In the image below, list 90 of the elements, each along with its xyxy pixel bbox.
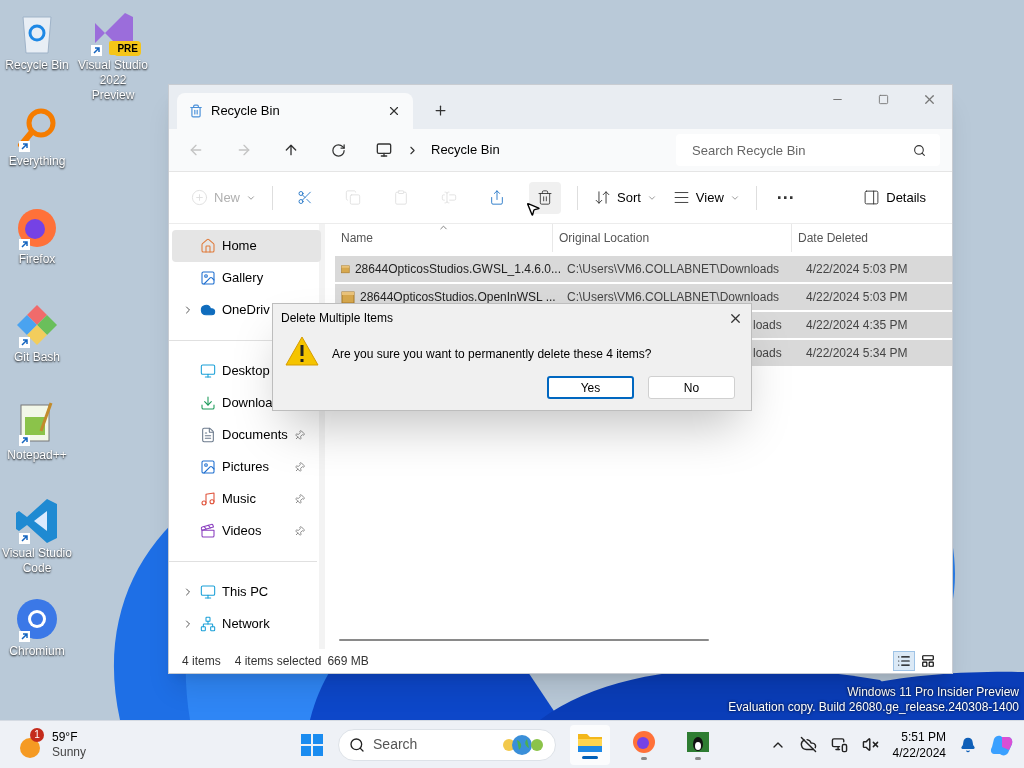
file-row[interactable]: 28644OpticosStudios.GWSL_1.4.6.0... C:\Users\VM6.COLLABNET\Downloads 4/22/2024 5:03 PM bbox=[335, 256, 952, 282]
view-button[interactable]: View bbox=[664, 181, 748, 214]
search-icon[interactable] bbox=[913, 144, 926, 157]
tab-title: Recycle Bin bbox=[211, 102, 281, 121]
nav-item[interactable]: Gallery bbox=[172, 262, 321, 294]
tiles-icon bbox=[921, 654, 935, 668]
cloud-off-icon[interactable] bbox=[799, 736, 817, 753]
computer-icon bbox=[200, 584, 216, 600]
date-text: 4/22/2024 bbox=[892, 744, 946, 761]
home-icon bbox=[200, 238, 216, 254]
file-name: 28644OpticosStudios.GWSL_1.4.6.0... bbox=[354, 261, 561, 278]
desktop-icon bbox=[200, 363, 216, 379]
column-header[interactable]: Name bbox=[335, 224, 553, 252]
dialog-button[interactable]: No bbox=[648, 376, 735, 399]
weather-condition: Sunny bbox=[52, 744, 87, 760]
film-icon bbox=[200, 523, 216, 539]
firefox-icon bbox=[632, 729, 657, 754]
volume-muted-icon[interactable] bbox=[861, 736, 879, 753]
refresh-icon[interactable] bbox=[331, 142, 346, 158]
file-name: 28644OpticosStudios.OpenInWSL ... bbox=[360, 289, 556, 306]
computer-icon[interactable] bbox=[376, 142, 392, 158]
penguin-app-icon bbox=[686, 729, 711, 754]
chromium-icon bbox=[15, 597, 59, 641]
nav-item[interactable]: Downloa bbox=[172, 387, 309, 419]
close-tab-icon[interactable] bbox=[387, 104, 401, 118]
nav-item[interactable]: Network bbox=[172, 608, 309, 640]
column-header[interactable]: Date Deleted bbox=[792, 224, 952, 252]
sort-button[interactable]: Sort bbox=[586, 181, 665, 214]
location-text: C:\Users\VM6.COLLABNET\Downloads bbox=[567, 289, 780, 306]
selection-size: 669 MB bbox=[327, 653, 369, 670]
bell-icon[interactable] bbox=[960, 736, 976, 753]
recycle-bin-icon bbox=[189, 104, 203, 118]
document-icon bbox=[200, 427, 216, 443]
nav-item[interactable]: Documents bbox=[172, 419, 309, 451]
dialog-message: Are you sure you want to permanently delete these 4 items? bbox=[332, 346, 653, 363]
location-text: C:\Users\VM6.COLLABNET\Downloads bbox=[567, 261, 780, 278]
item-count: 4 items bbox=[182, 653, 221, 670]
dialog-title: Delete Multiple Items bbox=[281, 310, 395, 327]
picture-icon bbox=[200, 459, 216, 475]
column-header[interactable]: Original Location bbox=[553, 224, 792, 252]
nav-item[interactable]: Home bbox=[172, 230, 321, 262]
details-view-button[interactable] bbox=[893, 651, 915, 671]
network-icon bbox=[200, 616, 216, 632]
date-deleted-text: 4/22/2024 4:35 PM bbox=[805, 317, 908, 334]
warning-icon bbox=[285, 336, 319, 366]
search-field[interactable]: Search Recycle Bin bbox=[676, 134, 940, 166]
music-note-icon bbox=[200, 491, 216, 507]
nav-item[interactable]: Pictures bbox=[172, 451, 309, 483]
up-icon[interactable] bbox=[283, 142, 299, 158]
taskbar-app[interactable] bbox=[570, 724, 611, 765]
selection-count: 4 items selected bbox=[234, 653, 322, 670]
breadcrumb[interactable]: Recycle Bin bbox=[431, 140, 500, 160]
cloud-icon bbox=[200, 302, 216, 318]
taskbar-search[interactable]: Search bbox=[338, 728, 557, 761]
list-icon bbox=[897, 654, 911, 668]
nav-item[interactable]: Music bbox=[172, 483, 309, 515]
location-text: loads bbox=[753, 345, 782, 362]
notification-badge: 1 bbox=[30, 727, 44, 742]
nav-item[interactable]: Desktop bbox=[172, 355, 309, 387]
diamond-tiles-icon bbox=[15, 303, 59, 347]
sun-icon bbox=[20, 737, 40, 758]
date-deleted-text: 4/22/2024 5:34 PM bbox=[805, 345, 908, 362]
package-icon bbox=[341, 262, 350, 276]
dialog-button[interactable]: Yes bbox=[547, 376, 634, 399]
location-text: loads bbox=[753, 317, 782, 334]
package-icon bbox=[341, 290, 355, 304]
tab[interactable]: Recycle Bin bbox=[177, 93, 413, 129]
search-icon bbox=[349, 736, 366, 753]
vscode-icon bbox=[15, 497, 59, 545]
weather-widget[interactable]: 1 59°F Sunny bbox=[18, 729, 87, 760]
nav-item[interactable]: This PC bbox=[172, 576, 309, 608]
start-icon[interactable] bbox=[300, 732, 325, 757]
details-button[interactable]: Details bbox=[855, 181, 934, 214]
date-deleted-text: 4/22/2024 5:03 PM bbox=[805, 289, 908, 306]
preview-badge: PRE bbox=[114, 41, 141, 56]
evaluation-notice: Evaluation copy. Build 26080.ge_release.240308-1400 bbox=[728, 700, 1019, 715]
more-button[interactable]: ··· bbox=[764, 181, 807, 214]
date-deleted-text: 4/22/2024 5:03 PM bbox=[805, 261, 908, 278]
maximize-icon[interactable] bbox=[877, 93, 889, 105]
mouse-pointer-icon bbox=[525, 201, 541, 217]
evaluation-notice: Windows 11 Pro Insider Preview bbox=[847, 685, 1019, 700]
new-tab-icon[interactable] bbox=[433, 103, 448, 118]
clock[interactable]: 5:51 PM 4/22/2024 bbox=[892, 728, 946, 761]
network-display-icon[interactable] bbox=[830, 736, 848, 753]
nav-item[interactable]: Videos bbox=[172, 515, 309, 547]
temperature: 59°F bbox=[52, 729, 79, 745]
time-text: 5:51 PM bbox=[901, 728, 946, 745]
download-icon bbox=[200, 395, 216, 411]
horizontal-scrollbar[interactable] bbox=[339, 639, 709, 641]
picture-icon bbox=[200, 270, 216, 286]
